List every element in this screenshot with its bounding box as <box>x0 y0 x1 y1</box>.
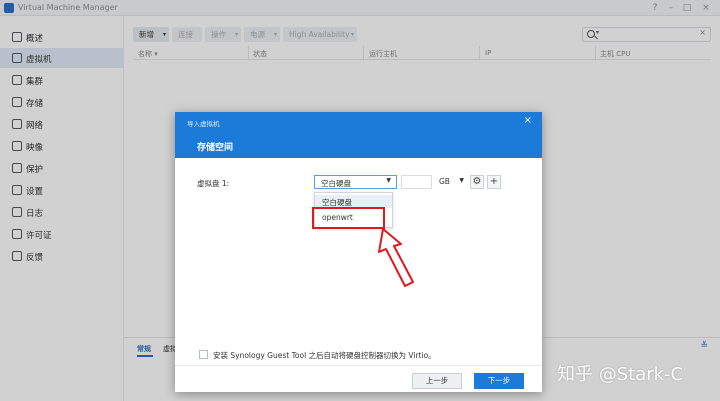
chevron-down-icon: ▼ <box>386 177 391 184</box>
watermark: 知乎 @Stark-C <box>557 364 684 385</box>
step-title: 存储空间 <box>197 143 234 153</box>
unit-select[interactable]: GB ▼ <box>437 175 465 189</box>
guest-tool-checkbox-label: 安装 Synology Guest Tool 之后自动将硬盘控制器切换为 Vir… <box>213 351 436 360</box>
dialog-header: 导入虚拟机 × 存储空间 <box>175 112 542 158</box>
import-vm-dialog: 导入虚拟机 × 存储空间 虚拟盘 1: 空白硬盘 ▼ GB ▼ ⚙ + 空白硬盘… <box>175 112 542 392</box>
disk-settings-button[interactable]: ⚙ <box>470 175 484 189</box>
gear-icon: ⚙ <box>472 176 482 187</box>
next-button[interactable]: 下一步 <box>474 373 524 389</box>
dialog-title: 导入虚拟机 <box>187 120 220 128</box>
unit-value: GB <box>439 177 450 186</box>
add-disk-button[interactable]: + <box>487 175 501 189</box>
disk-size-input[interactable] <box>401 175 432 189</box>
previous-button[interactable]: 上一步 <box>412 373 462 389</box>
chevron-down-icon: ▼ <box>459 177 464 184</box>
disk-source-select[interactable]: 空白硬盘 ▼ <box>314 175 397 189</box>
close-icon[interactable]: × <box>524 115 532 126</box>
plus-icon: + <box>489 176 499 187</box>
guest-tool-checkbox[interactable] <box>199 350 208 359</box>
virtual-disk-label: 虚拟盘 1: <box>197 179 230 188</box>
dialog-footer-divider <box>175 365 542 366</box>
annotation-arrow-icon <box>378 228 414 287</box>
disk-source-value: 空白硬盘 <box>321 179 351 188</box>
